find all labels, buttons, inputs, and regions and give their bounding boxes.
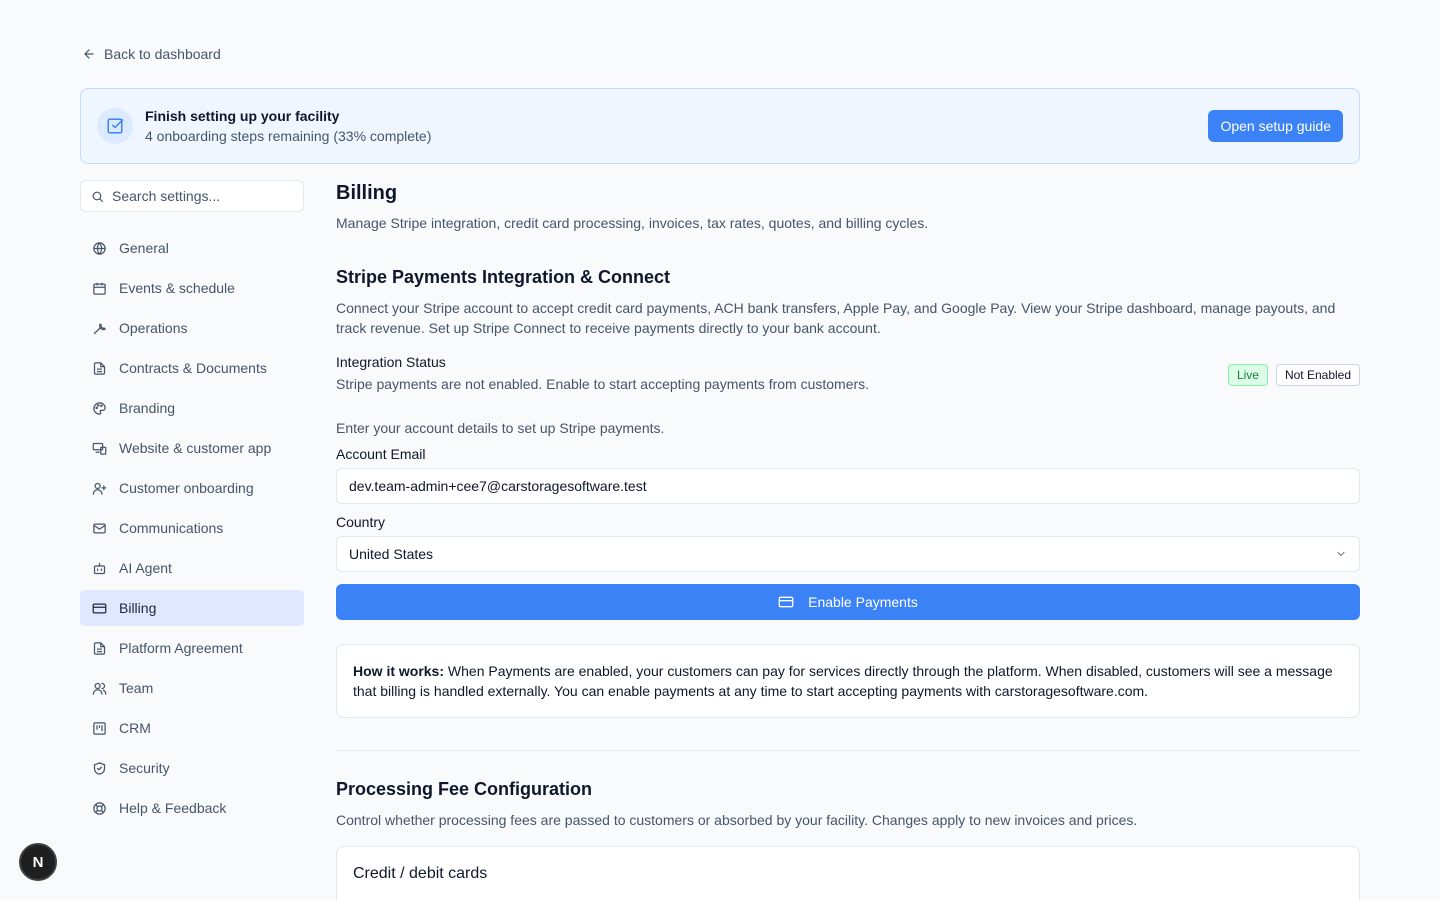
fee-section-heading: Processing Fee Configuration — [336, 779, 593, 799]
sidebar-item-team[interactable]: Team — [80, 670, 304, 706]
calendar-icon — [93, 282, 106, 295]
sidebar-item-label: Security — [119, 760, 170, 776]
sidebar-item-events[interactable]: Events & schedule — [80, 270, 304, 306]
country-selected-value: United States — [349, 546, 434, 562]
fee-card-title: Credit / debit cards — [353, 865, 488, 882]
fee-section-description: Control whether processing fees are pass… — [336, 812, 1138, 828]
arrow-left-icon — [84, 49, 94, 59]
sidebar-item-label: Contracts & Documents — [119, 360, 267, 376]
sidebar-item-website[interactable]: Website & customer app — [80, 430, 304, 466]
sidebar-item-label: Platform Agreement — [119, 640, 243, 656]
sidebar-item-label: Events & schedule — [119, 280, 235, 296]
how-it-works-box: How it works: When Payments are enabled,… — [336, 644, 1360, 718]
section-divider — [336, 750, 1360, 751]
setup-subtitle: 4 onboarding steps remaining (33% comple… — [145, 128, 432, 144]
sidebar-item-branding[interactable]: Branding — [80, 390, 304, 426]
sidebar-item-label: Customer onboarding — [119, 480, 254, 496]
settings-sidebar: General Events & schedule Operations Con… — [80, 180, 304, 830]
users-icon — [92, 682, 107, 695]
sidebar-item-help[interactable]: Help & Feedback — [80, 790, 304, 826]
chevron-down-icon — [1337, 552, 1345, 557]
lifebuoy-icon — [93, 801, 106, 815]
sidebar-item-ai-agent[interactable]: AI Agent — [80, 550, 304, 586]
main-content: Billing Manage Stripe integration, credi… — [336, 180, 1360, 900]
credit-debit-card-panel: Credit / debit cards — [336, 846, 1360, 900]
palette-icon — [93, 401, 106, 415]
integration-status-label: Integration Status — [336, 354, 446, 370]
sidebar-item-billing[interactable]: Billing — [80, 590, 304, 626]
sidebar-item-security[interactable]: Security — [80, 750, 304, 786]
credit-card-icon — [778, 596, 794, 608]
floating-app-button[interactable]: N — [19, 843, 57, 881]
country-label: Country — [336, 514, 386, 530]
fab-label: N — [32, 853, 44, 871]
document-icon — [93, 361, 106, 375]
stripe-section-heading: Stripe Payments Integration & Connect — [336, 267, 671, 287]
page-subtitle: Manage Stripe integration, credit card p… — [336, 215, 929, 231]
sidebar-item-label: Help & Feedback — [119, 800, 227, 816]
country-select[interactable]: United States — [336, 536, 1360, 572]
sidebar-item-label: CRM — [119, 720, 151, 736]
account-email-label: Account Email — [336, 446, 426, 462]
account-email-field[interactable] — [336, 468, 1360, 504]
settings-nav: General Events & schedule Operations Con… — [80, 230, 304, 826]
sidebar-item-label: Operations — [119, 320, 188, 336]
back-link-label: Back to dashboard — [104, 46, 221, 62]
back-to-dashboard-link[interactable]: Back to dashboard — [82, 46, 221, 62]
sidebar-item-contracts[interactable]: Contracts & Documents — [80, 350, 304, 386]
devices-icon — [92, 442, 107, 455]
integration-status-description: Stripe payments are not enabled. Enable … — [336, 376, 870, 392]
kanban-icon — [93, 721, 106, 735]
wrench-icon — [93, 322, 107, 334]
setup-icon-wrap — [97, 108, 133, 144]
sidebar-item-communications[interactable]: Communications — [80, 510, 304, 546]
checkbox-icon — [107, 118, 124, 134]
globe-icon — [93, 241, 106, 255]
how-it-works-label: How it works: — [353, 663, 445, 679]
sidebar-item-customer-onboarding[interactable]: Customer onboarding — [80, 470, 304, 506]
search-icon — [92, 191, 103, 202]
bot-icon — [93, 562, 106, 574]
search-box[interactable] — [80, 180, 304, 212]
enable-payments-button[interactable]: Enable Payments — [336, 584, 1360, 620]
document-icon — [93, 641, 106, 655]
sidebar-item-label: Billing — [119, 600, 157, 616]
open-setup-guide-button[interactable]: Open setup guide — [1208, 110, 1343, 142]
sidebar-item-label: Team — [119, 680, 154, 696]
status-badges: Live Not Enabled — [1227, 364, 1360, 392]
sidebar-item-label: AI Agent — [119, 560, 172, 576]
setup-hint: Enter your account details to set up Str… — [336, 420, 665, 436]
live-badge: Live — [1227, 364, 1268, 386]
setup-banner: Finish setting up your facility 4 onboar… — [80, 88, 1360, 164]
mail-icon — [93, 523, 106, 533]
enable-payments-label: Enable Payments — [808, 594, 918, 610]
sidebar-item-crm[interactable]: CRM — [80, 710, 304, 746]
integration-status-row: Integration Status Stripe payments are n… — [336, 354, 1360, 392]
how-it-works-text: When Payments are enabled, your customer… — [353, 663, 1333, 699]
sidebar-item-platform-agreement[interactable]: Platform Agreement — [80, 630, 304, 666]
setup-title: Finish setting up your facility — [145, 108, 340, 124]
status-badge: Not Enabled — [1275, 364, 1360, 386]
sidebar-item-label: General — [119, 240, 169, 256]
stripe-section-description: Connect your Stripe account to accept cr… — [336, 300, 1336, 336]
sidebar-item-general[interactable]: General — [80, 230, 304, 266]
search-input[interactable] — [112, 188, 293, 204]
sidebar-item-operations[interactable]: Operations — [80, 310, 304, 346]
sidebar-item-label: Website & customer app — [119, 440, 272, 456]
user-plus-icon — [92, 482, 107, 495]
shield-icon — [93, 761, 106, 775]
setup-text: Finish setting up your facility 4 onboar… — [145, 108, 431, 144]
page-title: Billing — [336, 182, 398, 204]
sidebar-item-label: Branding — [119, 400, 176, 416]
sidebar-item-label: Communications — [119, 520, 224, 536]
credit-card-icon — [92, 603, 107, 613]
